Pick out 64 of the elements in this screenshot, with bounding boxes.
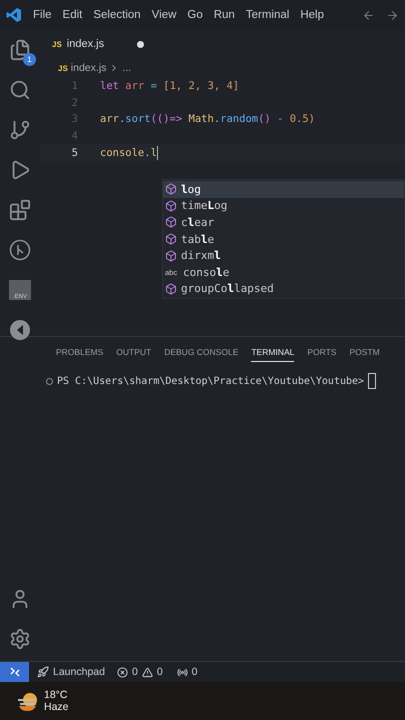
suggestion-item[interactable]: table	[163, 230, 404, 248]
code-line: console.l	[100, 146, 158, 160]
menu-item[interactable]: Help	[300, 9, 324, 21]
terminal-cursor	[368, 373, 376, 389]
panel-tab[interactable]: TERMINAL	[251, 347, 294, 362]
cube-icon	[165, 233, 177, 246]
suggestion-item[interactable]: groupCollapsed	[163, 280, 404, 298]
round-logo-icon[interactable]	[9, 319, 31, 341]
code-line: let arr = [1, 2, 3, 4]	[100, 80, 240, 92]
remote-button[interactable]	[0, 662, 29, 682]
suggestion-item[interactable]: clear	[163, 214, 404, 231]
menu-item[interactable]: Run	[214, 9, 235, 21]
notification-badge: 1	[23, 53, 36, 66]
panel-tab[interactable]: OUTPUT	[116, 347, 152, 362]
menu-item[interactable]: Go	[187, 9, 203, 21]
ports-icon	[176, 666, 188, 678]
warning-count[interactable]: 0	[156, 666, 163, 678]
weather-condition: Haze	[44, 701, 69, 713]
line-number: 5	[70, 146, 78, 159]
line-number: 1	[70, 80, 78, 92]
menu-item[interactable]: View	[152, 9, 176, 21]
js-file-icon: JS	[58, 64, 68, 72]
cube-icon	[165, 183, 177, 196]
cube-icon	[165, 216, 177, 228]
error-icon	[116, 666, 128, 678]
panel-tab[interactable]: PROBLEMS	[56, 347, 104, 362]
panel-tab[interactable]: DEBUG CONSOLE	[164, 347, 238, 362]
menu-item[interactable]: File	[33, 9, 52, 21]
terminal-prompt: PS C:\Users\sharm\Desktop\Practice\Youtube\Youtube>	[57, 376, 364, 386]
breadcrumb-item[interactable]: ...	[122, 62, 132, 74]
line-number: 4	[70, 130, 78, 142]
panel-tab[interactable]: PORTS	[307, 347, 336, 362]
error-count[interactable]: 0	[132, 666, 138, 678]
git-circle-icon[interactable]	[9, 239, 31, 261]
suggestion-item[interactable]: timeLog	[163, 198, 404, 214]
ports-count[interactable]: 0	[192, 666, 198, 678]
temperature: 18°C	[44, 689, 68, 701]
menu-item[interactable]: Edit	[62, 9, 82, 21]
menu-item[interactable]: Terminal	[246, 9, 290, 21]
launchpad-item[interactable]: Launchpad	[53, 666, 105, 678]
line-number: 3	[70, 113, 78, 126]
rocket-icon	[37, 666, 49, 678]
code-line: arr.sort(()=> Math.random() - 0.5)	[100, 113, 316, 126]
settings-icon[interactable]	[9, 628, 31, 650]
extensions-icon[interactable]	[9, 199, 31, 221]
warning-icon	[142, 666, 153, 678]
cube-icon	[165, 282, 177, 295]
app-logo-icon	[6, 7, 22, 23]
forward-arrow-icon[interactable]	[386, 8, 399, 22]
cube-icon	[165, 250, 177, 262]
search-icon[interactable]	[9, 79, 31, 101]
menu-item[interactable]: Selection	[93, 9, 141, 21]
line-number: 2	[70, 96, 78, 109]
branch-icon[interactable]	[9, 119, 31, 141]
files-icon[interactable]	[9, 39, 31, 61]
panel-tab[interactable]: POSTM	[349, 347, 380, 362]
back-arrow-icon[interactable]	[362, 8, 375, 22]
suggestion-item[interactable]: log	[163, 181, 404, 198]
breadcrumb-item[interactable]: index.js	[70, 62, 106, 74]
cube-icon	[165, 200, 177, 212]
weather-icon[interactable]	[16, 690, 38, 712]
suggestion-item[interactable]: dirxml	[163, 247, 404, 264]
status-circle-icon	[46, 378, 53, 384]
remote-icon	[10, 667, 20, 677]
